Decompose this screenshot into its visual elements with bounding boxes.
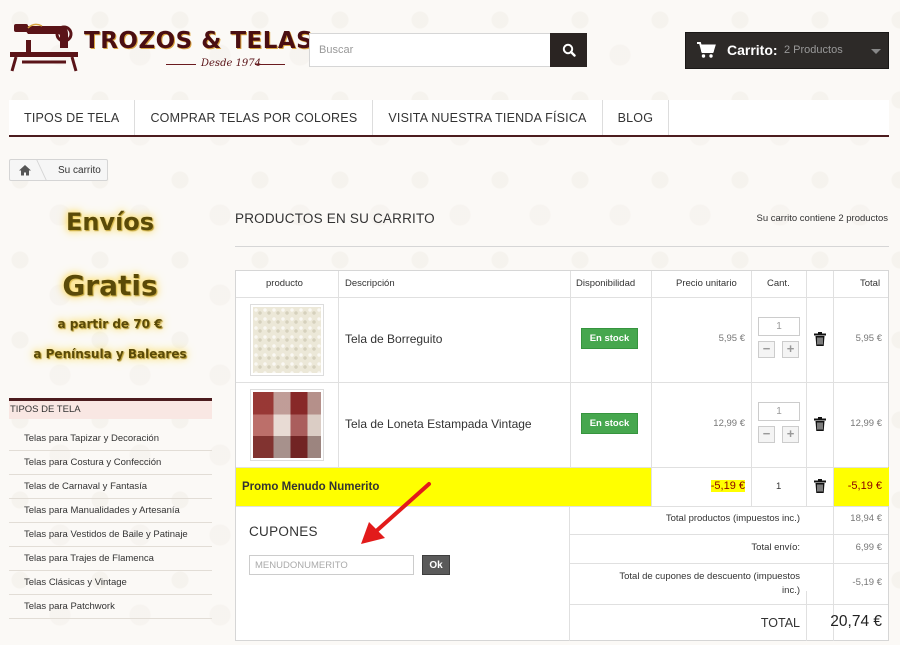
quantity-increase-button[interactable]: +	[782, 426, 799, 443]
quantity-decrease-button[interactable]: −	[758, 341, 775, 358]
column-header-description: Descripción	[345, 278, 395, 289]
unit-price: 12,99 €	[713, 418, 745, 429]
tagline-rule-left	[166, 64, 196, 65]
category-link[interactable]: Telas para Manualidades y Artesanía	[9, 499, 212, 523]
breadcrumb-current: Su carrito	[58, 165, 101, 176]
quantity-decrease-button[interactable]: −	[758, 426, 775, 443]
column-header-unit-price: Precio unitario	[676, 278, 737, 289]
total-shipping-label: Total envío:	[751, 542, 800, 553]
product-name[interactable]: Tela de Borreguito	[345, 332, 442, 346]
unit-price: 5,95 €	[718, 333, 745, 344]
category-link[interactable]: Telas para Patchwork	[9, 595, 212, 619]
product-thumbnail[interactable]	[250, 304, 324, 376]
apply-coupon-button[interactable]: Ok	[422, 555, 450, 575]
coupon-section-title: CUPONES	[249, 524, 318, 539]
column-header-quantity: Cant.	[767, 278, 790, 289]
category-link[interactable]: Telas para Tapizar y Decoración	[9, 427, 212, 451]
column-header-product: producto	[266, 278, 303, 289]
discount-value: -5,19 €	[710, 480, 745, 492]
logo-tagline: Desde 1974	[201, 58, 262, 69]
discount-total: -5,19 €	[847, 480, 882, 492]
line-total: 12,99 €	[850, 418, 882, 429]
breadcrumb: Su carrito	[9, 159, 108, 181]
site-logo[interactable]: TROZOS & TELAS Desde 1974	[8, 14, 313, 74]
free-shipping-subtitle: Gratis	[62, 269, 158, 302]
total-coupons-value: -5,19 €	[852, 577, 882, 588]
logo-wordmark: TROZOS & TELAS	[84, 28, 314, 54]
category-link[interactable]: Telas Clásicas y Vintage	[9, 571, 212, 595]
search-button[interactable]	[550, 33, 587, 67]
cart-count: 2 Productos	[784, 44, 843, 56]
trash-icon[interactable]	[814, 417, 826, 431]
quantity-input[interactable]: 1	[758, 402, 800, 421]
free-shipping-threshold: a partir de 70 €	[57, 317, 163, 331]
total-coupons-label-continued: inc.)	[782, 585, 800, 596]
nav-tienda-fisica[interactable]: VISITA NUESTRA TIENDA FÍSICA	[373, 100, 603, 135]
category-block-title: TIPOS DE TELA	[9, 398, 212, 419]
cart-label: Carrito:	[727, 42, 778, 58]
trash-icon[interactable]	[814, 479, 826, 493]
total-products-value: 18,94 €	[850, 513, 882, 524]
category-list: Telas para Tapizar y Decoración Telas pa…	[9, 427, 212, 619]
main-navigation: TIPOS DE TELA COMPRAR TELAS POR COLORES …	[9, 100, 889, 137]
free-shipping-title: Envíos	[65, 208, 155, 236]
chevron-down-icon	[871, 49, 881, 54]
stock-badge: En stock	[581, 328, 638, 349]
total-shipping-value: 6,99 €	[855, 542, 882, 553]
cart-table: producto Descripción Disponibilidad Prec…	[235, 270, 889, 641]
page-title: PRODUCTOS EN SU CARRITO	[235, 211, 435, 226]
line-total: 5,95 €	[855, 333, 882, 344]
breadcrumb-separator	[36, 160, 47, 180]
nav-blog[interactable]: BLOG	[603, 100, 670, 135]
coupon-code-input[interactable]: MENUDONUMERITO	[249, 555, 414, 575]
grand-total-label: TOTAL	[760, 616, 800, 630]
column-header-availability: Disponibilidad	[576, 278, 636, 289]
category-link[interactable]: Telas para Trajes de Flamenca	[9, 547, 212, 571]
quantity-increase-button[interactable]: +	[782, 341, 799, 358]
total-coupons-label: Total de cupones de descuento (impuestos	[619, 571, 800, 582]
category-link[interactable]: Telas para Vestidos de Baile y Patinaje	[9, 523, 212, 547]
shopping-cart-icon	[697, 42, 716, 58]
search-input[interactable]: Buscar	[309, 33, 551, 67]
grand-total-value: 20,74 €	[830, 613, 882, 630]
tagline-rule-right	[255, 64, 285, 65]
nav-tipos-de-tela[interactable]: TIPOS DE TELA	[9, 100, 136, 135]
category-link[interactable]: Telas para Costura y Confección	[9, 451, 212, 475]
category-link[interactable]: Telas de Carnaval y Fantasía	[9, 475, 212, 499]
red-arrow-annotation	[361, 482, 431, 544]
trash-icon[interactable]	[814, 332, 826, 346]
cart-dropdown[interactable]: Carrito: 2 Productos	[685, 32, 889, 69]
divider	[235, 246, 889, 247]
stock-badge: En stock	[581, 413, 638, 434]
sewing-machine-icon	[10, 23, 78, 72]
discount-quantity: 1	[776, 481, 782, 492]
column-header-total: Total	[860, 278, 881, 289]
quantity-input[interactable]: 1	[758, 317, 800, 336]
product-thumbnail[interactable]	[250, 389, 324, 461]
home-icon[interactable]	[18, 164, 32, 176]
product-name[interactable]: Tela de Loneta Estampada Vintage	[345, 417, 532, 431]
nav-comprar-por-colores[interactable]: COMPRAR TELAS POR COLORES	[135, 100, 374, 135]
search-icon	[562, 43, 576, 57]
cart-summary-text: Su carrito contiene 2 productos	[756, 213, 889, 224]
free-shipping-region: a Península y Baleares	[33, 347, 187, 361]
total-products-label: Total productos (impuestos inc.)	[665, 513, 800, 524]
